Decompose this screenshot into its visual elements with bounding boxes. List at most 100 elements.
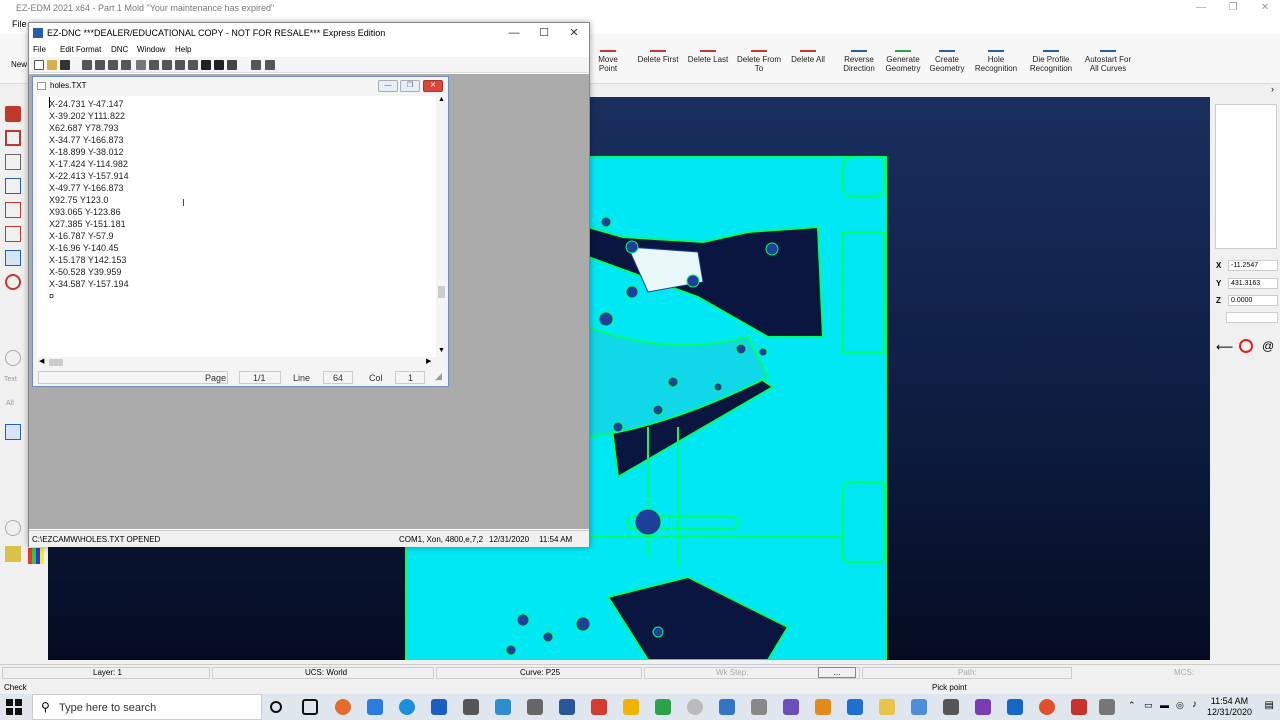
app-icon-10[interactable] xyxy=(815,699,831,715)
print-icon[interactable] xyxy=(121,60,131,70)
scroll-left-icon[interactable]: ◀ xyxy=(39,357,44,365)
tray-chevron-icon[interactable]: ⌃ xyxy=(1128,700,1136,711)
text-editor[interactable]: X-24.731 Y-47.147 X-39.202 Y111.822 X62.68… xyxy=(37,96,436,357)
clipboard-icon[interactable] xyxy=(188,60,198,70)
code-line[interactable]: X93.065 Y-123.86 xyxy=(49,206,121,218)
round-icon[interactable] xyxy=(5,520,21,536)
word-icon[interactable] xyxy=(559,699,575,715)
app-icon-11[interactable] xyxy=(847,699,863,715)
app-icon-13[interactable] xyxy=(943,699,959,715)
child-close-icon[interactable]: ✕ xyxy=(423,80,443,92)
onenote-icon[interactable] xyxy=(975,699,991,715)
find-next-icon[interactable] xyxy=(214,60,224,70)
at-icon[interactable]: @ xyxy=(1262,339,1274,353)
volume-icon[interactable]: ♪ xyxy=(1192,699,1197,710)
app-icon-3[interactable] xyxy=(591,699,607,715)
status-dots-button[interactable]: ... xyxy=(818,667,856,678)
restore-icon[interactable]: ❐ xyxy=(1218,0,1248,16)
status-layer[interactable]: Layer: 1 xyxy=(93,668,122,677)
code-line[interactable]: X62.687 Y78.793 xyxy=(49,122,118,134)
app-icon-7[interactable] xyxy=(719,699,735,715)
scroll-right-icon[interactable]: ▶ xyxy=(426,357,431,365)
delete-from-to-button[interactable]: Delete From To xyxy=(736,40,782,84)
code-line[interactable]: X-18.899 Y-38.012 xyxy=(49,146,124,158)
task-view-icon[interactable] xyxy=(302,699,318,715)
edge-icon[interactable] xyxy=(399,699,415,715)
cortana-icon[interactable] xyxy=(270,701,282,713)
dnc-menu-dnc[interactable]: DNC xyxy=(111,45,128,54)
resize-grip-icon[interactable]: ◢ xyxy=(435,371,442,382)
code-line[interactable]: X-17.424 Y-114.982 xyxy=(49,158,128,170)
view-3d-icon[interactable] xyxy=(5,250,21,266)
layers-icon[interactable] xyxy=(5,546,21,562)
arc-icon[interactable] xyxy=(5,350,21,366)
app-icon-15[interactable] xyxy=(1071,699,1087,715)
undo-icon[interactable] xyxy=(136,60,146,70)
find-icon[interactable] xyxy=(201,60,211,70)
scroll-down-icon[interactable]: ▼ xyxy=(438,347,445,354)
minimize-icon[interactable]: — xyxy=(1186,0,1216,16)
send-icon[interactable] xyxy=(82,60,92,70)
point-icon[interactable] xyxy=(5,424,21,440)
code-line[interactable]: ¤ xyxy=(49,290,54,302)
windows-start-icon[interactable] xyxy=(6,699,22,715)
code-line[interactable]: X-22.413 Y-157.914 xyxy=(49,170,129,182)
all-tool-label[interactable]: All xyxy=(6,400,14,407)
delete-last-button[interactable]: Delete Last xyxy=(686,40,730,84)
reverse-direction-button[interactable]: Reverse Direction xyxy=(838,40,880,84)
calculator-icon[interactable] xyxy=(367,699,383,715)
scroll-up-icon[interactable]: ▲ xyxy=(438,96,445,103)
dnc-menu-format[interactable]: Format xyxy=(76,45,101,54)
generate-geometry-button[interactable]: Generate Geometry xyxy=(884,40,922,84)
tools-icon[interactable] xyxy=(265,60,275,70)
copy-icon[interactable] xyxy=(162,60,172,70)
explorer-icon[interactable] xyxy=(879,699,895,715)
app-icon-1[interactable] xyxy=(495,699,511,715)
app-icon-9[interactable] xyxy=(783,699,799,715)
menu-file[interactable]: File xyxy=(12,19,27,29)
code-line[interactable]: X-15.178 Y142.153 xyxy=(49,254,126,266)
dnc-menu-edit[interactable]: Edit xyxy=(60,45,74,54)
network-icon[interactable]: ◎ xyxy=(1176,700,1184,711)
color-palette-icon[interactable] xyxy=(28,548,44,564)
code-line[interactable]: X-34.77 Y-166.873 xyxy=(49,134,124,146)
receive-icon[interactable] xyxy=(95,60,105,70)
code-line[interactable]: X-16.96 Y-140.45 xyxy=(49,242,119,254)
app-icon-8[interactable] xyxy=(751,699,767,715)
print-preview-icon[interactable] xyxy=(108,60,118,70)
taskbar-clock[interactable]: 11:54 AM 12/31/2020 xyxy=(1207,696,1252,718)
firefox-icon[interactable] xyxy=(335,699,351,715)
new-file-icon[interactable] xyxy=(34,60,44,70)
snipping-icon[interactable] xyxy=(463,699,479,715)
app-icon-6[interactable] xyxy=(687,699,703,715)
dnc-menu-window[interactable]: Window xyxy=(137,45,165,54)
code-line[interactable]: X-39.202 Y111.822 xyxy=(49,110,125,122)
code-line[interactable]: X-16.787 Y-57.9 xyxy=(49,230,114,242)
hole-recognition-button[interactable]: Hole Recognition xyxy=(972,40,1020,84)
status-curve[interactable]: Curve: P25 xyxy=(520,668,560,677)
app-icon-14[interactable] xyxy=(1039,699,1055,715)
cut-icon[interactable] xyxy=(149,60,159,70)
create-geometry-button[interactable]: Create Geometry xyxy=(928,40,966,84)
dash-icon[interactable] xyxy=(5,496,21,512)
dnc-maximize-icon[interactable]: ☐ xyxy=(529,23,559,43)
curve-icon[interactable] xyxy=(5,154,21,170)
text-tool-label[interactable]: Text xyxy=(4,376,17,383)
outlook-icon[interactable] xyxy=(1007,699,1023,715)
y-coord-field[interactable]: 431.3163 xyxy=(1228,278,1278,289)
child-restore-icon[interactable]: ❐ xyxy=(400,80,420,92)
ribbon-new-button[interactable]: New xyxy=(11,60,27,69)
code-line[interactable]: X27.385 Y-151.181 xyxy=(49,218,126,230)
code-line[interactable]: X-24.731 Y-47.147 xyxy=(49,98,124,110)
cross-icon[interactable] xyxy=(5,472,21,488)
pencil-icon[interactable] xyxy=(5,106,21,122)
app-icon-4[interactable] xyxy=(623,699,639,715)
horizontal-scrollbar[interactable]: ◀ ▶ xyxy=(37,357,436,368)
app-icon-2[interactable] xyxy=(527,699,543,715)
grid-icon[interactable] xyxy=(5,178,21,194)
code-line[interactable]: X92.75 Y123.0 xyxy=(49,194,108,206)
code-line[interactable]: X-49.77 Y-166.873 xyxy=(49,182,124,194)
save-icon[interactable] xyxy=(60,60,70,70)
cancel-icon[interactable] xyxy=(1239,339,1253,353)
settings-icon[interactable] xyxy=(251,60,261,70)
